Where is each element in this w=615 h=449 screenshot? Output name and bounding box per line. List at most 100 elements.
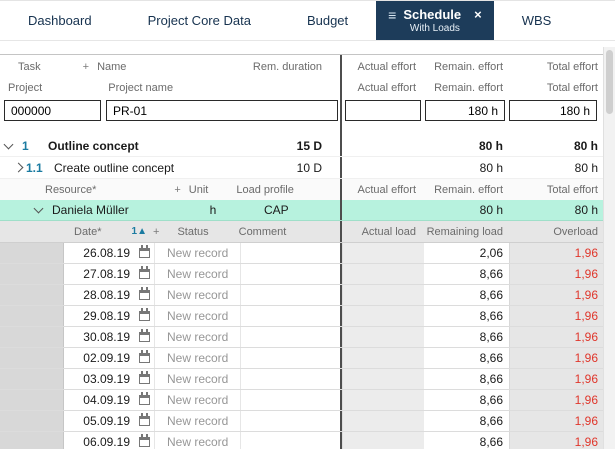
col-overload: Overload <box>553 225 598 238</box>
remaining-load-cell[interactable]: 8,66 <box>424 264 509 284</box>
project-id-field[interactable] <box>4 100 101 121</box>
date-cell[interactable]: 04.09.19 <box>64 390 134 410</box>
spacer-row <box>0 124 603 135</box>
status-cell[interactable]: New record <box>154 327 240 347</box>
calendar-icon[interactable] <box>134 413 154 426</box>
comment-cell[interactable] <box>240 306 340 326</box>
comment-cell[interactable] <box>240 369 340 389</box>
remaining-load-cell[interactable]: 8,66 <box>424 348 509 368</box>
date-cell[interactable]: 30.08.19 <box>64 327 134 347</box>
remaining-load-cell[interactable]: 8,66 <box>424 306 509 326</box>
calendar-icon[interactable] <box>134 371 154 384</box>
resource-name[interactable]: Daniela Müller <box>52 203 202 217</box>
task-row-1[interactable]: 1 Outline concept 15 D 80 h 80 h <box>0 135 603 157</box>
status-cell[interactable]: New record <box>154 348 240 368</box>
project-remain-effort-field[interactable] <box>425 100 505 121</box>
actual-load-cell[interactable] <box>342 264 424 284</box>
tab-bar: Dashboard Project Core Data Budget ≡ Sch… <box>0 0 615 41</box>
comment-cell[interactable] <box>240 390 340 410</box>
remaining-load-cell[interactable]: 8,66 <box>424 285 509 305</box>
date-cell[interactable]: 03.09.19 <box>64 369 134 389</box>
load-row: 28.08.19 New record 8,66 1,96 <box>0 285 603 306</box>
date-cell[interactable]: 29.08.19 <box>64 306 134 326</box>
project-row <box>0 97 603 124</box>
resource-remain-effort: 80 h <box>479 203 503 217</box>
remaining-load-cell[interactable]: 8,66 <box>424 432 509 449</box>
project-total-effort-field[interactable] <box>509 100 597 121</box>
task-total-effort: 80 h <box>573 138 598 153</box>
status-cell[interactable]: New record <box>154 390 240 410</box>
date-cell[interactable]: 06.09.19 <box>64 432 134 449</box>
add-task-icon[interactable]: + <box>83 61 89 73</box>
comment-cell[interactable] <box>240 327 340 347</box>
date-cell[interactable]: 05.09.19 <box>64 411 134 431</box>
load-header-row: Date* 1▲ + Status Comment Actual load Re… <box>0 221 603 243</box>
project-actual-effort-field[interactable] <box>345 100 421 121</box>
hamburger-icon[interactable]: ≡ <box>388 8 396 22</box>
remaining-load-cell[interactable]: 8,66 <box>424 390 509 410</box>
col-total-effort: Total effort <box>546 82 598 94</box>
tab-wbs[interactable]: WBS <box>494 1 580 40</box>
actual-load-cell[interactable] <box>342 285 424 305</box>
comment-cell[interactable] <box>240 432 340 449</box>
comment-cell[interactable] <box>240 243 340 263</box>
actual-load-cell[interactable] <box>342 348 424 368</box>
chevron-down-icon[interactable] <box>30 203 46 214</box>
status-cell[interactable]: New record <box>154 432 240 449</box>
calendar-icon[interactable] <box>134 287 154 300</box>
calendar-icon[interactable] <box>134 245 154 258</box>
status-cell[interactable]: New record <box>154 285 240 305</box>
remaining-load-cell[interactable]: 2,06 <box>424 243 509 263</box>
comment-cell[interactable] <box>240 411 340 431</box>
load-row: 06.09.19 New record 8,66 1,96 <box>0 432 603 449</box>
status-cell[interactable]: New record <box>154 264 240 284</box>
overload-cell: 1,96 <box>509 390 603 410</box>
comment-cell[interactable] <box>240 348 340 368</box>
comment-cell[interactable] <box>240 264 340 284</box>
sort-ascending-icon[interactable]: 1▲ <box>132 226 147 237</box>
add-resource-icon[interactable]: + <box>174 184 180 196</box>
calendar-icon[interactable] <box>134 434 154 447</box>
calendar-icon[interactable] <box>134 308 154 321</box>
calendar-icon[interactable] <box>134 350 154 363</box>
date-cell[interactable]: 28.08.19 <box>64 285 134 305</box>
actual-load-cell[interactable] <box>342 411 424 431</box>
calendar-icon[interactable] <box>134 329 154 342</box>
actual-load-cell[interactable] <box>342 327 424 347</box>
status-cell[interactable]: New record <box>154 243 240 263</box>
actual-load-cell[interactable] <box>342 369 424 389</box>
close-icon[interactable]: × <box>474 7 482 22</box>
col-comment: Comment <box>238 225 287 238</box>
actual-load-cell[interactable] <box>342 432 424 449</box>
status-cell[interactable]: New record <box>154 369 240 389</box>
remaining-load-cell[interactable]: 8,66 <box>424 327 509 347</box>
project-name-field[interactable] <box>106 100 338 121</box>
status-cell[interactable]: New record <box>154 306 240 326</box>
date-cell[interactable]: 27.08.19 <box>64 264 134 284</box>
task-name[interactable]: Outline concept <box>48 139 297 153</box>
calendar-icon[interactable] <box>134 392 154 405</box>
remaining-load-cell[interactable]: 8,66 <box>424 369 509 389</box>
add-date-icon[interactable]: + <box>153 226 159 238</box>
date-cell[interactable]: 02.09.19 <box>64 348 134 368</box>
tab-dashboard[interactable]: Dashboard <box>0 1 120 40</box>
task-name[interactable]: Create outline concept <box>54 161 297 175</box>
actual-load-cell[interactable] <box>342 243 424 263</box>
calendar-icon[interactable] <box>134 266 154 279</box>
actual-load-cell[interactable] <box>342 306 424 326</box>
date-cell[interactable]: 26.08.19 <box>64 243 134 263</box>
tab-schedule[interactable]: ≡ Schedule × With Loads <box>376 1 494 40</box>
vertical-scrollbar[interactable] <box>603 47 615 449</box>
status-cell[interactable]: New record <box>154 411 240 431</box>
actual-load-cell[interactable] <box>342 390 424 410</box>
task-row-1-1[interactable]: 1.1 Create outline concept 10 D 80 h 80 … <box>0 157 603 179</box>
comment-cell[interactable] <box>240 285 340 305</box>
overload-cell: 1,96 <box>509 432 603 449</box>
remaining-load-cell[interactable]: 8,66 <box>424 411 509 431</box>
chevron-right-icon[interactable] <box>10 162 26 173</box>
tab-project-core-data[interactable]: Project Core Data <box>120 1 279 40</box>
tab-budget[interactable]: Budget <box>279 1 376 40</box>
scrollbar-thumb[interactable] <box>606 50 613 114</box>
resource-row[interactable]: Daniela Müller h CAP 80 h 80 h <box>0 200 603 221</box>
chevron-down-icon[interactable] <box>0 139 16 149</box>
